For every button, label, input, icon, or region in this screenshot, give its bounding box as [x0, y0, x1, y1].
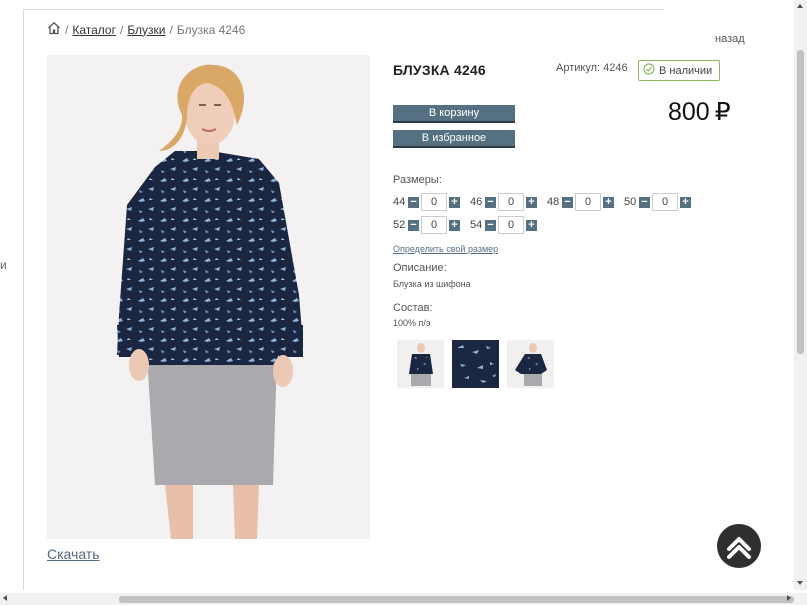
- add-to-favorites-button[interactable]: В избранное: [393, 130, 515, 148]
- size-number: 54: [470, 219, 483, 231]
- add-to-cart-button[interactable]: В корзину: [393, 105, 515, 123]
- thumbnail-side[interactable]: [507, 340, 554, 388]
- sku-label: Артикул: 4246: [556, 62, 628, 74]
- size-number: 52: [393, 219, 406, 231]
- thumbnail-front[interactable]: [397, 340, 444, 388]
- size-option: 52 − +: [393, 216, 460, 234]
- size-option: 54 − +: [470, 216, 537, 234]
- decrement-button[interactable]: −: [639, 196, 650, 208]
- size-guide-link[interactable]: Определить свой размер: [393, 244, 498, 254]
- breadcrumb-separator: /: [119, 22, 124, 37]
- quantity-input[interactable]: [652, 193, 678, 211]
- price: 800 ₽: [668, 97, 731, 127]
- quantity-input[interactable]: [575, 193, 601, 211]
- size-option: 50 − +: [624, 193, 691, 211]
- quantity-input[interactable]: [421, 216, 447, 234]
- thumbnail-fabric[interactable]: [452, 340, 499, 388]
- breadcrumb-separator: /: [169, 22, 173, 37]
- download-link[interactable]: Скачать: [47, 546, 100, 562]
- decrement-button[interactable]: −: [485, 196, 496, 208]
- stock-badge: В наличии: [638, 60, 721, 81]
- currency-symbol: ₽: [714, 98, 731, 126]
- quantity-input[interactable]: [498, 216, 524, 234]
- composition-text: 100% п/э: [393, 318, 431, 328]
- scroll-to-top-button[interactable]: [717, 524, 761, 568]
- breadcrumb: / Каталог / Блузки / Блузка 4246: [47, 21, 245, 38]
- offscreen-menu-text: и: [0, 258, 7, 272]
- scroll-down-arrow[interactable]: [797, 581, 803, 585]
- thumbnail-gallery: [397, 340, 554, 388]
- scroll-left-arrow[interactable]: [3, 595, 7, 601]
- home-icon[interactable]: [47, 21, 61, 38]
- description-text: Блузка из шифона: [393, 279, 471, 289]
- sizes-row: 44 − + 46 − + 48 − + 50 − +: [393, 193, 701, 211]
- scroll-up-arrow[interactable]: [797, 4, 803, 8]
- size-number: 48: [547, 196, 560, 208]
- breadcrumb-current: Блузка 4246: [176, 22, 246, 37]
- quantity-input[interactable]: [498, 193, 524, 211]
- sizes-label: Размеры:: [393, 174, 442, 186]
- breadcrumb-blouses[interactable]: Блузки: [127, 23, 165, 37]
- header-divider: [23, 9, 664, 10]
- size-number: 50: [624, 196, 637, 208]
- vertical-scrollbar[interactable]: [794, 0, 807, 590]
- content-left-border: [23, 10, 24, 590]
- back-link[interactable]: назад: [715, 33, 745, 45]
- decrement-button[interactable]: −: [485, 219, 496, 231]
- size-number: 44: [393, 196, 406, 208]
- increment-button[interactable]: +: [449, 196, 460, 208]
- product-title: БЛУЗКА 4246: [393, 62, 486, 78]
- decrement-button[interactable]: −: [408, 219, 419, 231]
- sizes-row: 52 − + 54 − +: [393, 216, 547, 234]
- check-circle-icon: [643, 63, 655, 78]
- quantity-input[interactable]: [421, 193, 447, 211]
- stock-label: В наличии: [659, 64, 713, 77]
- horizontal-scrollbar[interactable]: [0, 593, 807, 605]
- increment-button[interactable]: +: [603, 196, 614, 208]
- increment-button[interactable]: +: [526, 219, 537, 231]
- product-photo[interactable]: [47, 55, 370, 539]
- size-option: 48 − +: [547, 193, 614, 211]
- composition-label: Состав:: [393, 302, 433, 314]
- price-value: 800: [668, 97, 710, 126]
- increment-button[interactable]: +: [680, 196, 691, 208]
- decrement-button[interactable]: −: [562, 196, 573, 208]
- increment-button[interactable]: +: [449, 219, 460, 231]
- breadcrumb-separator: /: [65, 22, 69, 37]
- scroll-right-arrow[interactable]: [787, 595, 791, 601]
- size-option: 44 − +: [393, 193, 460, 211]
- size-option: 46 − +: [470, 193, 537, 211]
- vertical-scroll-thumb[interactable]: [797, 50, 804, 354]
- description-label: Описание:: [393, 262, 447, 274]
- horizontal-scroll-thumb[interactable]: [119, 596, 794, 603]
- decrement-button[interactable]: −: [408, 196, 419, 208]
- chevron-up-icon: [727, 537, 751, 559]
- increment-button[interactable]: +: [526, 196, 537, 208]
- size-number: 46: [470, 196, 483, 208]
- breadcrumb-catalog[interactable]: Каталог: [72, 23, 116, 37]
